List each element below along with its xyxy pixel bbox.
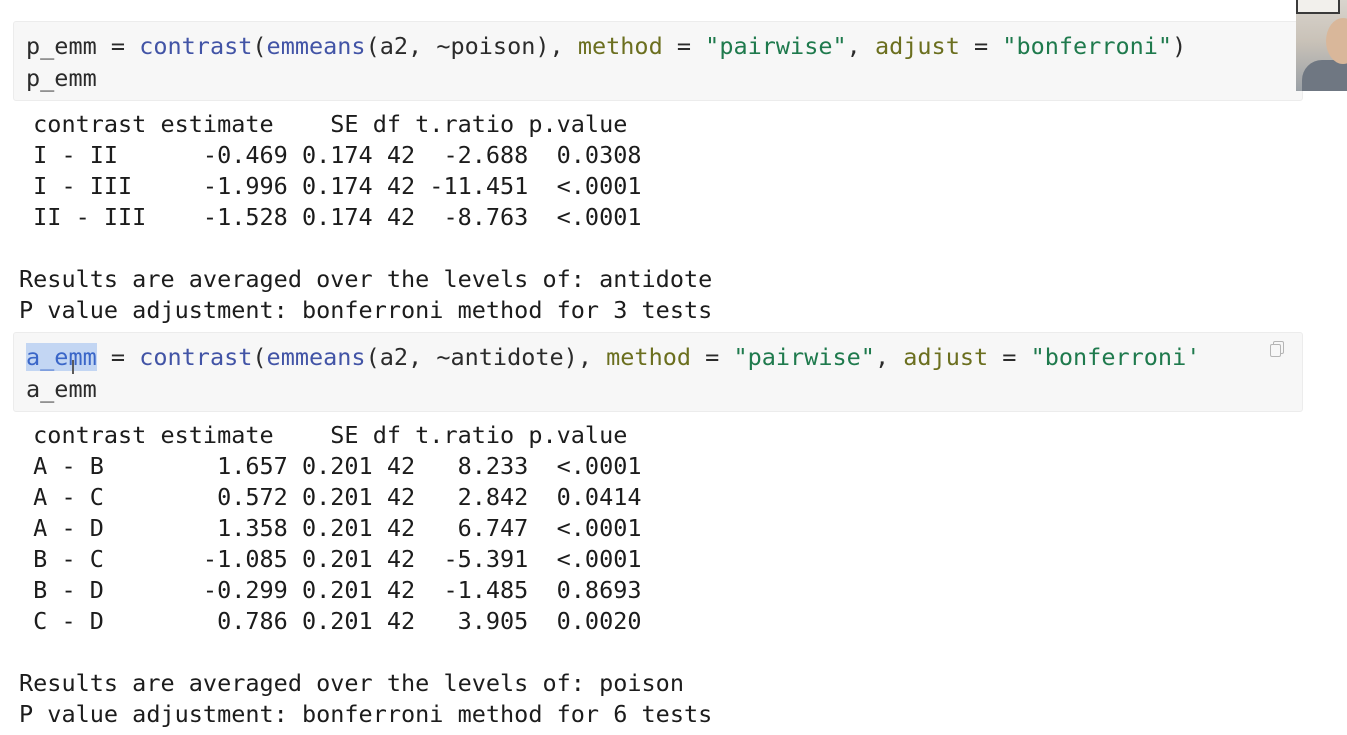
code-token-comma: , <box>846 32 875 60</box>
output-table-row: I - III -1.996 0.174 42 -11.451 <.0001 <box>19 172 642 200</box>
code-token-string: "bonferroni' <box>1030 343 1201 371</box>
output-note-averaged: Results are averaged over the levels of:… <box>19 265 713 293</box>
copy-icon[interactable] <box>1270 341 1284 357</box>
presenter-face <box>1326 18 1347 64</box>
output-table-row: I - II -0.469 0.174 42 -2.688 0.0308 <box>19 141 642 169</box>
code-chunk-antidote[interactable]: a_emm = contrast(emmeans(a2, ~antidote),… <box>13 332 1303 412</box>
code-line-p-emm-print[interactable]: p_emm <box>26 63 97 93</box>
output-table-row: A - C 0.572 0.201 42 2.842 0.0414 <box>19 483 642 511</box>
output-table-row: A - D 1.358 0.201 42 6.747 <.0001 <box>19 514 642 542</box>
output-note-averaged: Results are averaged over the levels of:… <box>19 669 684 697</box>
code-token-eq: = <box>959 32 1003 60</box>
output-table-row: B - D -0.299 0.201 42 -1.485 0.8693 <box>19 576 642 604</box>
presenter-body <box>1302 60 1347 91</box>
picture-frame-icon <box>1296 0 1340 14</box>
code-token-function: emmeans <box>266 343 366 371</box>
output-table-header: contrast estimate SE df t.ratio p.value <box>19 421 628 449</box>
code-token-comma: , <box>874 343 904 371</box>
code-token-paren: ( <box>252 343 267 371</box>
output-table-row: B - C -1.085 0.201 42 -5.391 <.0001 <box>19 545 642 573</box>
code-line-p-emm-assign[interactable]: p_emm = contrast(emmeans(a2, ~poison), m… <box>26 31 1186 61</box>
code-token-argname: method <box>577 32 663 60</box>
code-token-args: (a2, ~poison), <box>365 32 578 60</box>
code-token-function: emmeans <box>266 32 366 60</box>
code-token-function: contrast <box>139 343 253 371</box>
code-token-argname: method <box>606 343 692 371</box>
output-note-adjustment: P value adjustment: bonferroni method fo… <box>19 296 713 324</box>
code-token-paren: ( <box>252 32 267 60</box>
code-token-string: "pairwise" <box>705 32 847 60</box>
code-token-assign: = <box>96 343 140 371</box>
output-table-row: A - B 1.657 0.201 42 8.233 <.0001 <box>19 452 642 480</box>
output-table-row: II - III -1.528 0.174 42 -8.763 <.0001 <box>19 203 642 231</box>
code-token-eq: = <box>662 32 706 60</box>
code-line-a-emm-assign[interactable]: a_emm = contrast(emmeans(a2, ~antidote),… <box>26 342 1200 372</box>
output-note-adjustment: P value adjustment: bonferroni method fo… <box>19 700 713 728</box>
code-token-string: "pairwise" <box>733 343 875 371</box>
code-token-string: "bonferroni" <box>1002 32 1173 60</box>
output-table-header: contrast estimate SE df t.ratio p.value <box>19 110 628 138</box>
code-token-argname: adjust <box>874 32 960 60</box>
code-token-eq: = <box>691 343 734 371</box>
code-token-variable: p_emm <box>26 32 97 60</box>
code-chunk-poison[interactable]: p_emm = contrast(emmeans(a2, ~poison), m… <box>13 21 1303 101</box>
text-cursor-icon <box>72 360 74 374</box>
webcam-overlay <box>1296 0 1347 91</box>
selected-text[interactable]: a_emm <box>26 343 97 371</box>
code-token-args: (a2, ~antidote), <box>365 343 607 371</box>
code-token-function: contrast <box>139 32 253 60</box>
code-token-paren: ) <box>1172 32 1187 60</box>
code-line-a-emm-print[interactable]: a_emm <box>26 374 97 404</box>
output-table-row: C - D 0.786 0.201 42 3.905 0.0020 <box>19 607 642 635</box>
code-token-argname: adjust <box>903 343 989 371</box>
code-token-assign: = <box>96 32 140 60</box>
code-token-eq: = <box>988 343 1031 371</box>
